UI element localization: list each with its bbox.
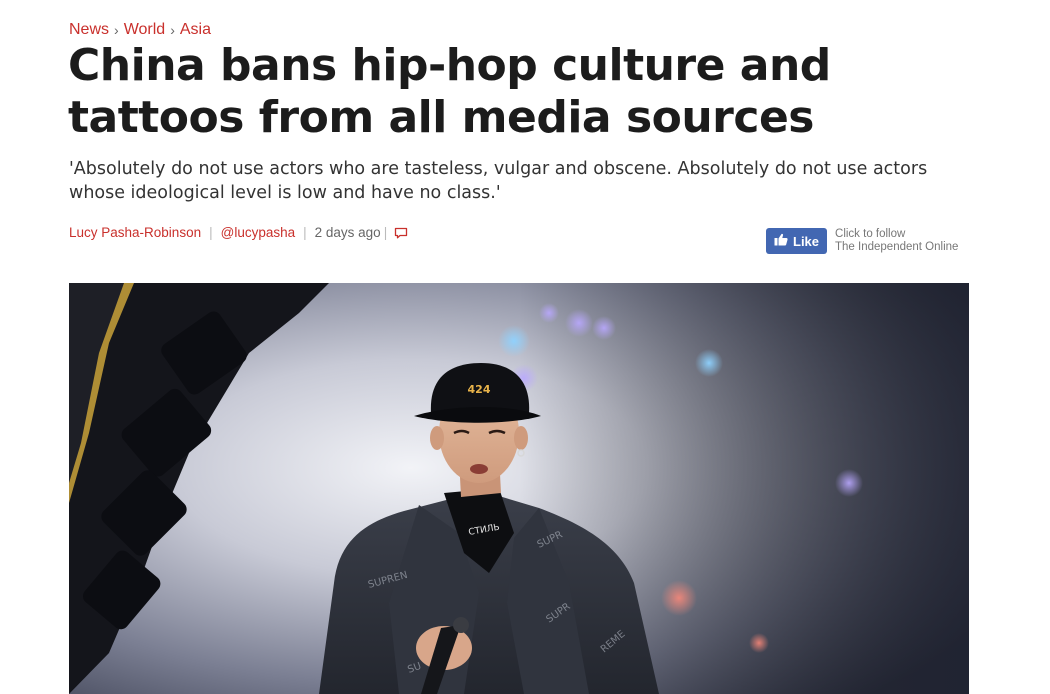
breadcrumb-separator: › [170,22,175,38]
hero-photo-illustration: 424 СТИЛЬ SUPR SUPREN SUPR SU REME [69,283,969,694]
article-page: News › World › Asia China bans hip-hop c… [0,0,1050,694]
breadcrumb: News › World › Asia [69,21,211,39]
thumbs-up-icon [774,233,788,249]
byline-divider: | [383,225,388,240]
publish-timestamp: 2 days ago [314,225,381,240]
facebook-follow-widget: Like Click to follow The Independent Onl… [766,228,958,254]
facebook-like-button[interactable]: Like [766,228,828,254]
breadcrumb-separator: › [114,22,119,38]
article-headline: China bans hip-hop culture and tattoos f… [68,40,831,143]
like-label: Like [793,233,820,249]
follow-caption: Click to follow The Independent Online [835,228,958,254]
byline: Lucy Pasha-Robinson | @lucypasha | 2 day… [69,225,408,240]
author-link[interactable]: Lucy Pasha-Robinson [69,225,201,240]
follow-caption-line2: The Independent Online [835,241,959,253]
follow-caption-line1: Click to follow [835,228,906,240]
byline-divider: | [209,225,213,240]
hero-image: 424 СТИЛЬ SUPR SUPREN SUPR SU REME [69,283,969,694]
breadcrumb-news[interactable]: News [69,21,109,39]
breadcrumb-world[interactable]: World [124,21,166,39]
byline-divider: | [303,225,307,240]
comment-bubble-icon[interactable] [394,227,408,239]
breadcrumb-asia[interactable]: Asia [180,21,211,39]
twitter-handle-link[interactable]: @lucypasha [221,225,296,240]
article-standfirst: 'Absolutely do not use actors who are ta… [69,159,928,203]
cap-logo-text: 424 [468,383,491,396]
